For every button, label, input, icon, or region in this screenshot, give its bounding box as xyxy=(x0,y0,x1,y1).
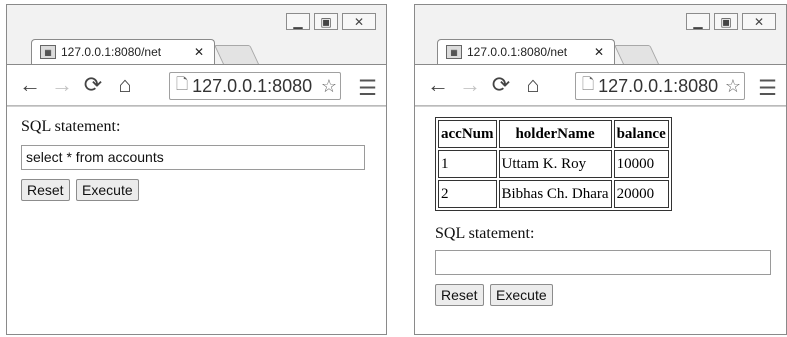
column-header: accNum xyxy=(438,120,497,148)
page-icon: 🗋 xyxy=(582,75,595,93)
sql-label: SQL statement: xyxy=(435,225,535,242)
reload-icon[interactable]: ⟳ xyxy=(83,72,103,98)
address-bar[interactable]: 🗋 127.0.0.1:8080 ☆ xyxy=(575,72,745,100)
back-arrow-icon[interactable]: ← xyxy=(19,72,41,98)
column-header: holderName xyxy=(498,120,612,148)
table-cell: 10000 xyxy=(613,150,669,178)
favicon-icon: ▦ xyxy=(446,45,462,59)
new-tab-button[interactable] xyxy=(614,45,660,66)
home-icon[interactable]: ⌂ xyxy=(115,72,135,98)
table-cell: Bibhas Ch. Dhara xyxy=(498,180,612,208)
browser-toolbar: ← → ⟳ ⌂ 🗋 127.0.0.1:8080 ☆ ☰ xyxy=(7,64,386,106)
maximize-icon[interactable]: ▣ xyxy=(314,13,338,30)
close-icon[interactable]: ✕ xyxy=(342,13,376,30)
table-cell: Uttam K. Roy xyxy=(498,150,612,178)
table-row: 1 Uttam K. Roy 10000 xyxy=(438,150,669,178)
reset-button[interactable]: Reset xyxy=(21,179,70,201)
execute-button[interactable]: Execute xyxy=(76,179,139,201)
table-cell: 2 xyxy=(438,180,497,208)
page-content: accNum holderName balance 1 Uttam K. Roy… xyxy=(415,106,786,334)
tab-close-icon[interactable]: ✕ xyxy=(594,45,604,59)
favicon-icon: ▦ xyxy=(40,45,56,59)
window-controls: ▁ ▣ ✕ xyxy=(682,13,776,30)
tab-title: 127.0.0.1:8080/net xyxy=(467,45,568,59)
back-arrow-icon[interactable]: ← xyxy=(427,72,449,98)
table-row: 2 Bibhas Ch. Dhara 20000 xyxy=(438,180,669,208)
browser-toolbar: ← → ⟳ ⌂ 🗋 127.0.0.1:8080 ☆ ☰ xyxy=(415,64,786,106)
sql-label: SQL statement: xyxy=(21,118,121,135)
address-url: 127.0.0.1:8080 xyxy=(192,75,313,96)
address-url: 127.0.0.1:8080 xyxy=(598,75,719,96)
minimize-icon[interactable]: ▁ xyxy=(286,13,310,30)
browser-window-right: ▁ ▣ ✕ ▦ 127.0.0.1:8080/net ✕ ← → ⟳ ⌂ 🗋 1… xyxy=(414,4,787,335)
forward-arrow-icon[interactable]: → xyxy=(459,72,481,98)
maximize-icon[interactable]: ▣ xyxy=(714,13,738,30)
tab-title: 127.0.0.1:8080/net xyxy=(61,45,162,59)
star-icon[interactable]: ☆ xyxy=(724,75,741,97)
hamburger-menu-icon[interactable]: ☰ xyxy=(358,76,377,101)
browser-window-left: ▁ ▣ ✕ ▦ 127.0.0.1:8080/net ✕ ← → ⟳ ⌂ 🗋 1… xyxy=(6,4,387,335)
sql-input[interactable] xyxy=(435,250,771,275)
hamburger-menu-icon[interactable]: ☰ xyxy=(758,76,777,101)
window-controls: ▁ ▣ ✕ xyxy=(282,13,376,30)
address-bar[interactable]: 🗋 127.0.0.1:8080 ☆ xyxy=(169,72,341,100)
page-icon: 🗋 xyxy=(176,75,189,93)
browser-tab[interactable]: ▦ 127.0.0.1:8080/net ✕ xyxy=(31,39,215,64)
browser-tab[interactable]: ▦ 127.0.0.1:8080/net ✕ xyxy=(437,39,615,64)
reset-button[interactable]: Reset xyxy=(435,284,484,306)
tab-close-icon[interactable]: ✕ xyxy=(194,45,204,59)
table-cell: 20000 xyxy=(613,180,669,208)
minimize-icon[interactable]: ▁ xyxy=(686,13,710,30)
table-header-row: accNum holderName balance xyxy=(438,120,669,148)
home-icon[interactable]: ⌂ xyxy=(523,72,543,98)
results-table: accNum holderName balance 1 Uttam K. Roy… xyxy=(435,117,672,211)
reload-icon[interactable]: ⟳ xyxy=(491,72,511,98)
page-content: SQL statement: select * from accounts Re… xyxy=(7,106,386,334)
star-icon[interactable]: ☆ xyxy=(320,75,337,97)
close-icon[interactable]: ✕ xyxy=(742,13,776,30)
column-header: balance xyxy=(613,120,669,148)
forward-arrow-icon[interactable]: → xyxy=(51,72,73,98)
table-cell: 1 xyxy=(438,150,497,178)
sql-input[interactable]: select * from accounts xyxy=(21,145,365,170)
new-tab-button[interactable] xyxy=(214,45,260,66)
execute-button[interactable]: Execute xyxy=(490,284,553,306)
